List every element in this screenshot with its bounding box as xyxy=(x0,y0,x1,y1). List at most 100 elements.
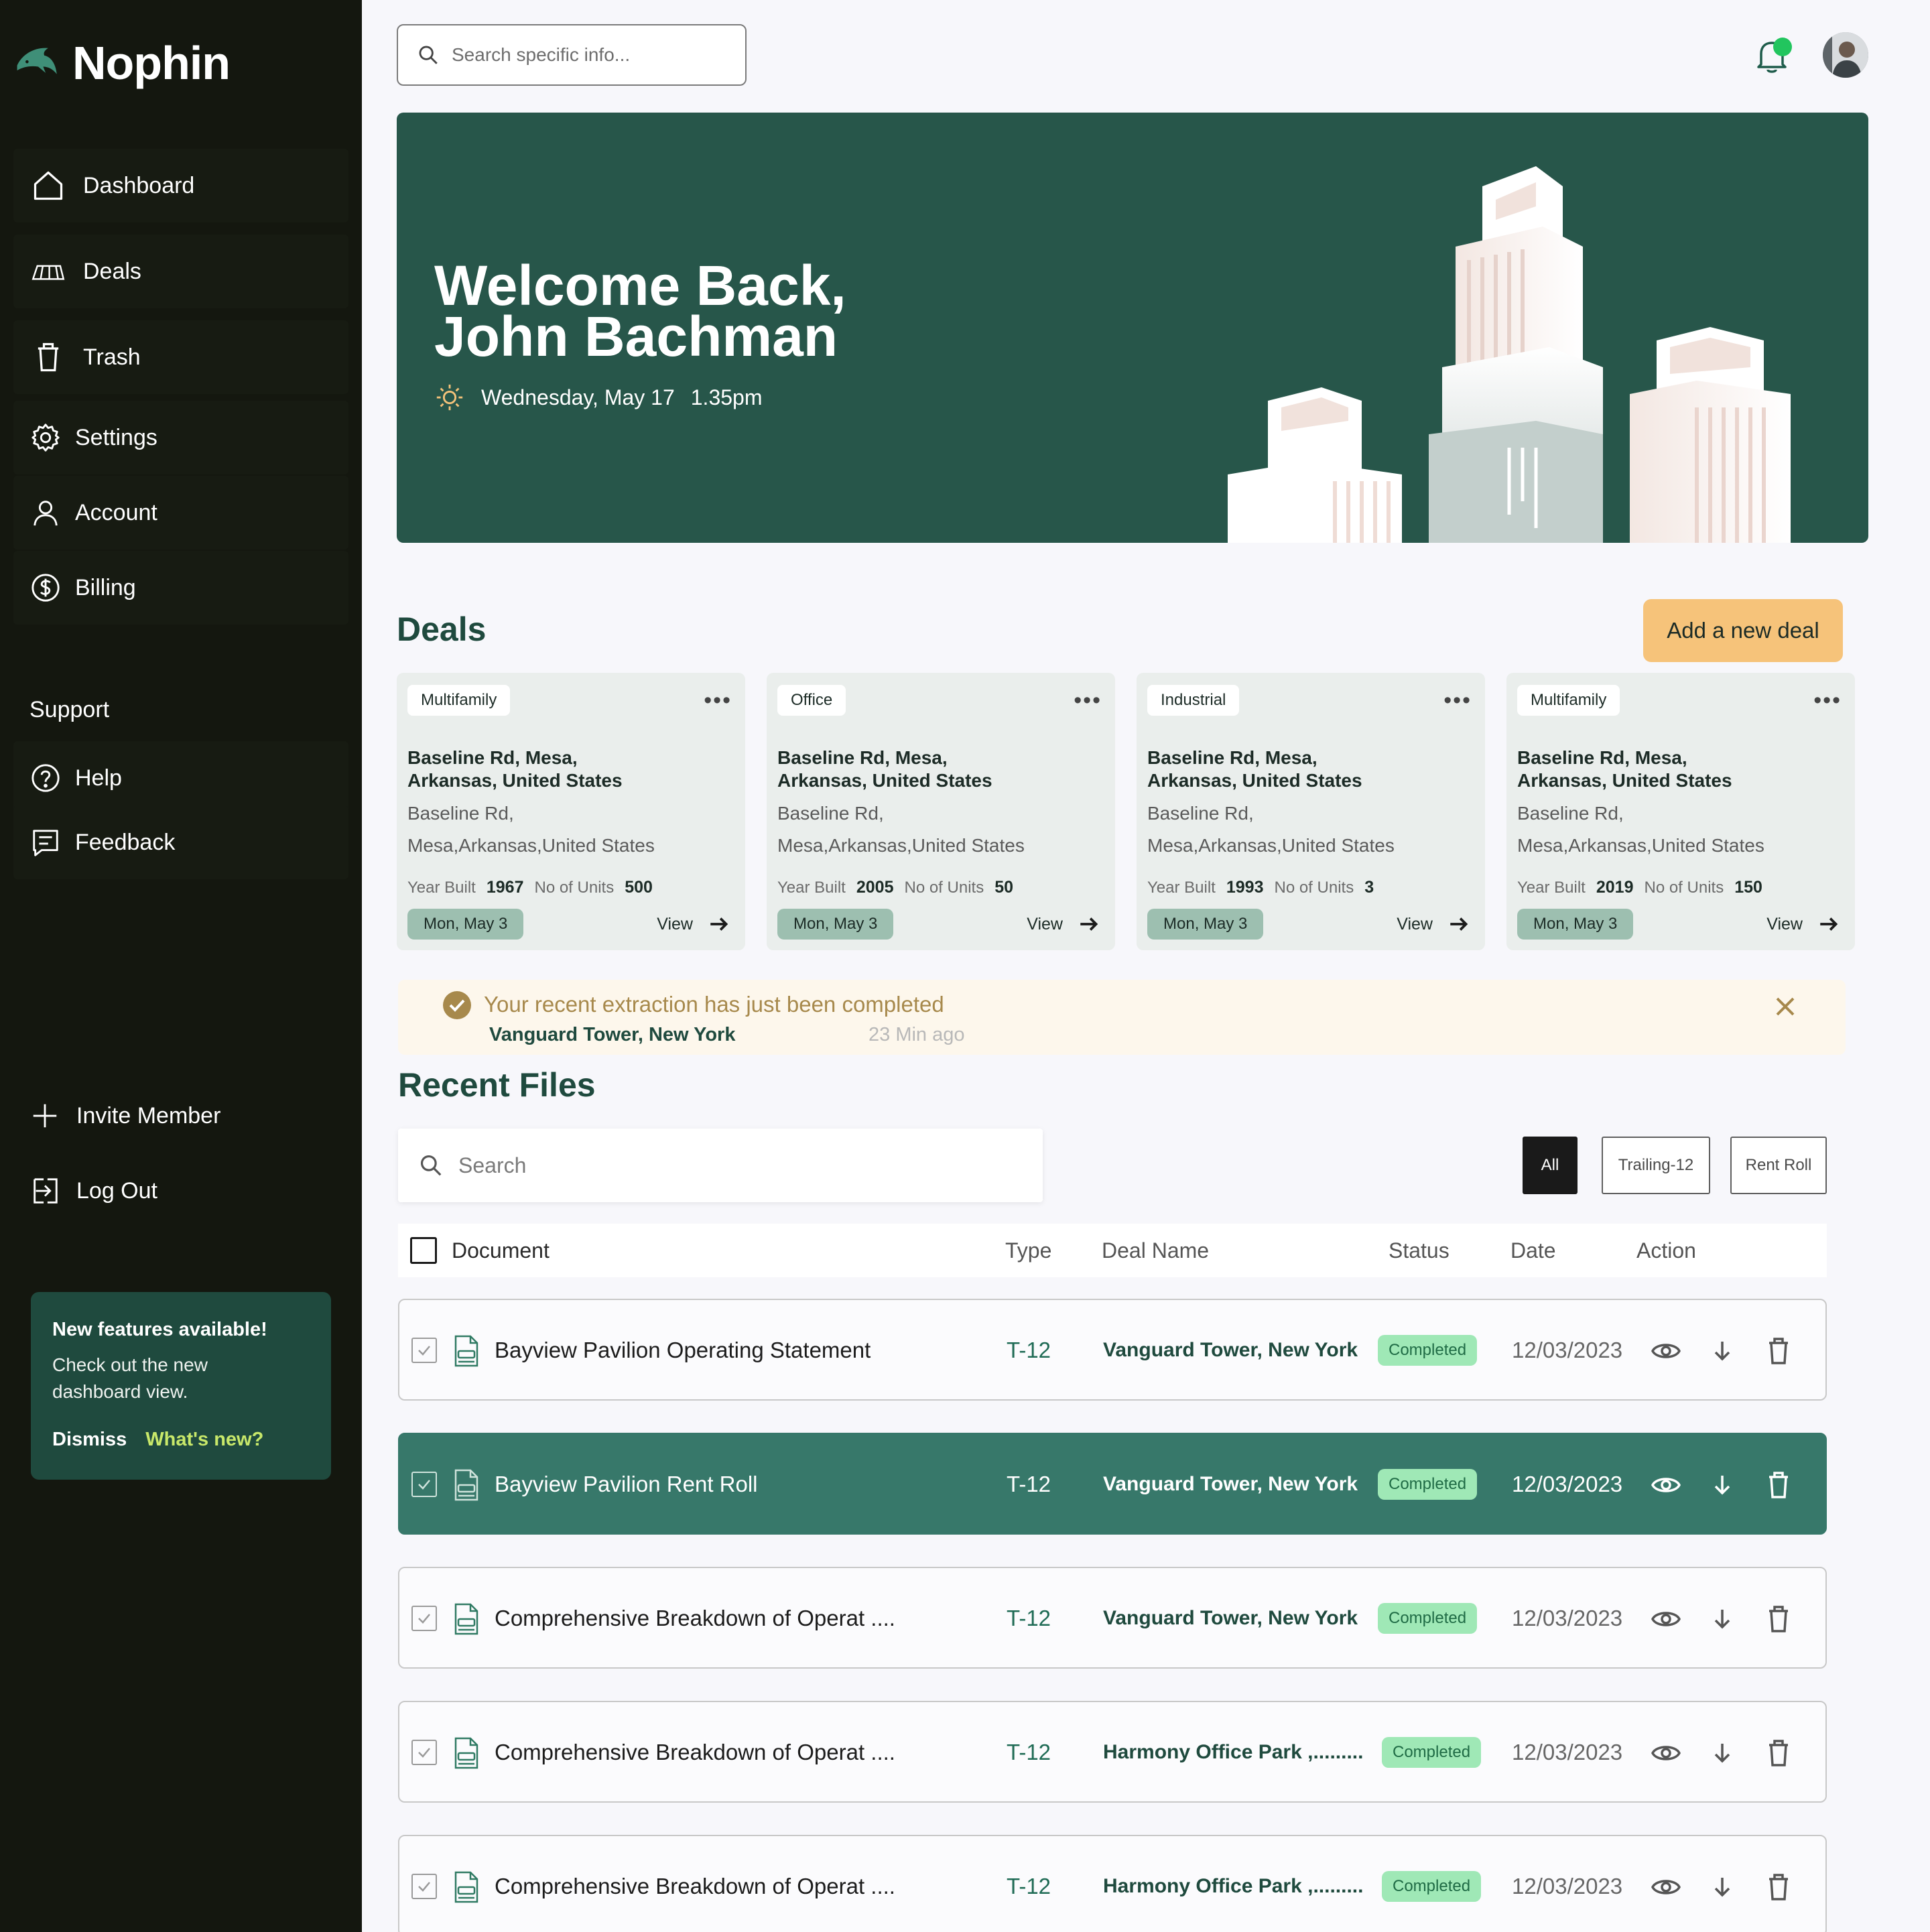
deal-stats: Year Built 2019 No of Units 150 xyxy=(1517,878,1762,897)
nav-account[interactable]: Account xyxy=(13,476,348,550)
row-checkbox[interactable] xyxy=(411,1338,437,1363)
view-deal-link[interactable]: View xyxy=(1766,913,1840,936)
document-name[interactable]: Comprehensive Breakdown of Operat .... xyxy=(495,1874,895,1899)
global-search-input[interactable] xyxy=(452,44,720,66)
view-deal-link[interactable]: View xyxy=(657,913,730,936)
row-checkbox[interactable] xyxy=(411,1606,437,1631)
deal-name[interactable]: Vanguard Tower, New York xyxy=(1103,1339,1358,1362)
deal-address-line-2: Arkansas, United States xyxy=(1517,770,1732,791)
invite-member-button[interactable]: Invite Member xyxy=(29,1100,220,1131)
home-icon xyxy=(29,167,67,204)
nav-trash[interactable]: Trash xyxy=(13,320,348,394)
row-checkbox[interactable] xyxy=(411,1472,437,1497)
download-icon[interactable] xyxy=(1706,1737,1738,1769)
deal-name[interactable]: Harmony Office Park ,......... xyxy=(1103,1741,1363,1764)
files-search-input[interactable] xyxy=(458,1153,994,1178)
filter-trailing-12-button[interactable]: Trailing-12 xyxy=(1602,1137,1710,1194)
deal-subaddress-line-2: Mesa,Arkansas,United States xyxy=(1517,835,1764,856)
nav-dashboard[interactable]: Dashboard xyxy=(13,149,348,222)
more-options-icon[interactable]: ••• xyxy=(1074,688,1102,714)
table-row[interactable]: Comprehensive Breakdown of Operat .... T… xyxy=(398,1835,1827,1932)
nav-settings[interactable]: Settings xyxy=(13,401,348,474)
arrow-right-icon xyxy=(1820,917,1838,931)
close-icon[interactable] xyxy=(1772,993,1799,1020)
eye-icon[interactable] xyxy=(1650,1469,1682,1501)
trash-icon[interactable] xyxy=(1762,1737,1795,1769)
column-deal-name[interactable]: Deal Name xyxy=(1102,1238,1209,1263)
avatar[interactable] xyxy=(1823,32,1868,78)
deal-card[interactable]: Industrial ••• Baseline Rd, Mesa, Arkansa… xyxy=(1137,673,1485,950)
deal-subaddress-line-2: Mesa,Arkansas,United States xyxy=(407,835,655,856)
nav-feedback[interactable]: Feedback xyxy=(13,806,348,879)
deal-name[interactable]: Vanguard Tower, New York xyxy=(1103,1473,1358,1496)
download-icon[interactable] xyxy=(1706,1603,1738,1635)
search-icon xyxy=(420,1155,442,1176)
trash-icon[interactable] xyxy=(1762,1603,1795,1635)
document-name[interactable]: Bayview Pavilion Rent Roll xyxy=(495,1472,758,1497)
dismiss-link[interactable]: Dismiss xyxy=(52,1429,127,1451)
notification-deal-link[interactable]: Vanguard Tower, New York xyxy=(489,1024,735,1046)
document-name[interactable]: Comprehensive Breakdown of Operat .... xyxy=(495,1606,895,1631)
download-icon[interactable] xyxy=(1706,1871,1738,1903)
dolphin-logo-icon xyxy=(17,48,57,74)
more-options-icon[interactable]: ••• xyxy=(704,688,732,714)
column-type[interactable]: Type xyxy=(1005,1238,1051,1263)
column-status[interactable]: Status xyxy=(1389,1238,1450,1263)
deal-address-line-2: Arkansas, United States xyxy=(1147,770,1362,791)
row-date: 12/03/2023 xyxy=(1512,1606,1623,1630)
deal-card[interactable]: Multifamily ••• Baseline Rd, Mesa, Arkans… xyxy=(1506,673,1855,950)
column-document[interactable]: Document xyxy=(452,1238,550,1263)
new-features-card: New features available! Check out the ne… xyxy=(31,1292,331,1480)
row-checkbox[interactable] xyxy=(411,1874,437,1899)
select-all-checkbox[interactable] xyxy=(410,1237,437,1264)
deal-name[interactable]: Harmony Office Park ,......... xyxy=(1103,1875,1363,1898)
table-row[interactable]: Comprehensive Breakdown of Operat .... T… xyxy=(398,1567,1827,1669)
feature-card-body: Check out the new dashboard view. xyxy=(52,1354,208,1402)
filter-all-button[interactable]: All xyxy=(1523,1137,1578,1194)
deal-subaddress-line-1: Baseline Rd, xyxy=(1517,803,1624,824)
more-options-icon[interactable]: ••• xyxy=(1443,688,1472,714)
user-avatar-icon xyxy=(1823,32,1868,78)
add-new-deal-button[interactable]: Add a new deal xyxy=(1643,599,1843,662)
year-built-label: Year Built xyxy=(1147,879,1216,897)
trash-icon[interactable] xyxy=(1762,1871,1795,1903)
deal-card[interactable]: Office ••• Baseline Rd, Mesa, Arkansas, U… xyxy=(767,673,1115,950)
eye-icon[interactable] xyxy=(1650,1737,1682,1769)
download-icon[interactable] xyxy=(1706,1469,1738,1501)
trash-icon[interactable] xyxy=(1762,1335,1795,1367)
logout-button[interactable]: Log Out xyxy=(29,1175,157,1206)
row-checkbox[interactable] xyxy=(411,1740,437,1765)
deal-card[interactable]: Multifamily ••• Baseline Rd, Mesa, Arkans… xyxy=(397,673,745,950)
units-label: No of Units xyxy=(1274,879,1354,897)
column-date[interactable]: Date xyxy=(1510,1238,1556,1263)
trash-icon[interactable] xyxy=(1762,1469,1795,1501)
filter-rent-roll-button[interactable]: Rent Roll xyxy=(1730,1137,1827,1194)
view-deal-link[interactable]: View xyxy=(1397,913,1470,936)
global-search[interactable] xyxy=(397,24,747,86)
year-built-value: 1967 xyxy=(486,878,524,897)
eye-icon[interactable] xyxy=(1650,1603,1682,1635)
nav-billing[interactable]: Billing xyxy=(13,551,348,625)
deal-subaddress: Baseline Rd, Mesa,Arkansas,United States xyxy=(1147,797,1469,862)
table-row[interactable]: Comprehensive Breakdown of Operat .... T… xyxy=(398,1701,1827,1803)
document-name[interactable]: Bayview Pavilion Operating Statement xyxy=(495,1338,871,1363)
download-icon[interactable] xyxy=(1706,1335,1738,1367)
nav-deals[interactable]: Deals xyxy=(13,235,348,308)
app-name: Nophin xyxy=(72,37,231,89)
table-row[interactable]: Bayview Pavilion Operating Statement T-1… xyxy=(398,1299,1827,1401)
eye-icon[interactable] xyxy=(1650,1871,1682,1903)
eye-icon[interactable] xyxy=(1650,1335,1682,1367)
deal-stats: Year Built 2005 No of Units 50 xyxy=(777,878,1013,897)
view-deal-link[interactable]: View xyxy=(1027,913,1100,936)
app-logo[interactable]: Nophin xyxy=(13,36,231,90)
row-date: 12/03/2023 xyxy=(1512,1874,1623,1898)
whats-new-link[interactable]: What's new? xyxy=(145,1429,263,1451)
table-row-selected[interactable]: Bayview Pavilion Rent Roll T-12 Vanguard… xyxy=(398,1433,1827,1535)
files-search[interactable] xyxy=(398,1129,1043,1202)
document-name[interactable]: Comprehensive Breakdown of Operat .... xyxy=(495,1740,895,1765)
recent-files-heading: Recent Files xyxy=(398,1066,596,1104)
more-options-icon[interactable]: ••• xyxy=(1813,688,1842,714)
nav-help[interactable]: Help xyxy=(13,741,348,815)
search-icon xyxy=(419,46,438,64)
deal-name[interactable]: Vanguard Tower, New York xyxy=(1103,1607,1358,1630)
